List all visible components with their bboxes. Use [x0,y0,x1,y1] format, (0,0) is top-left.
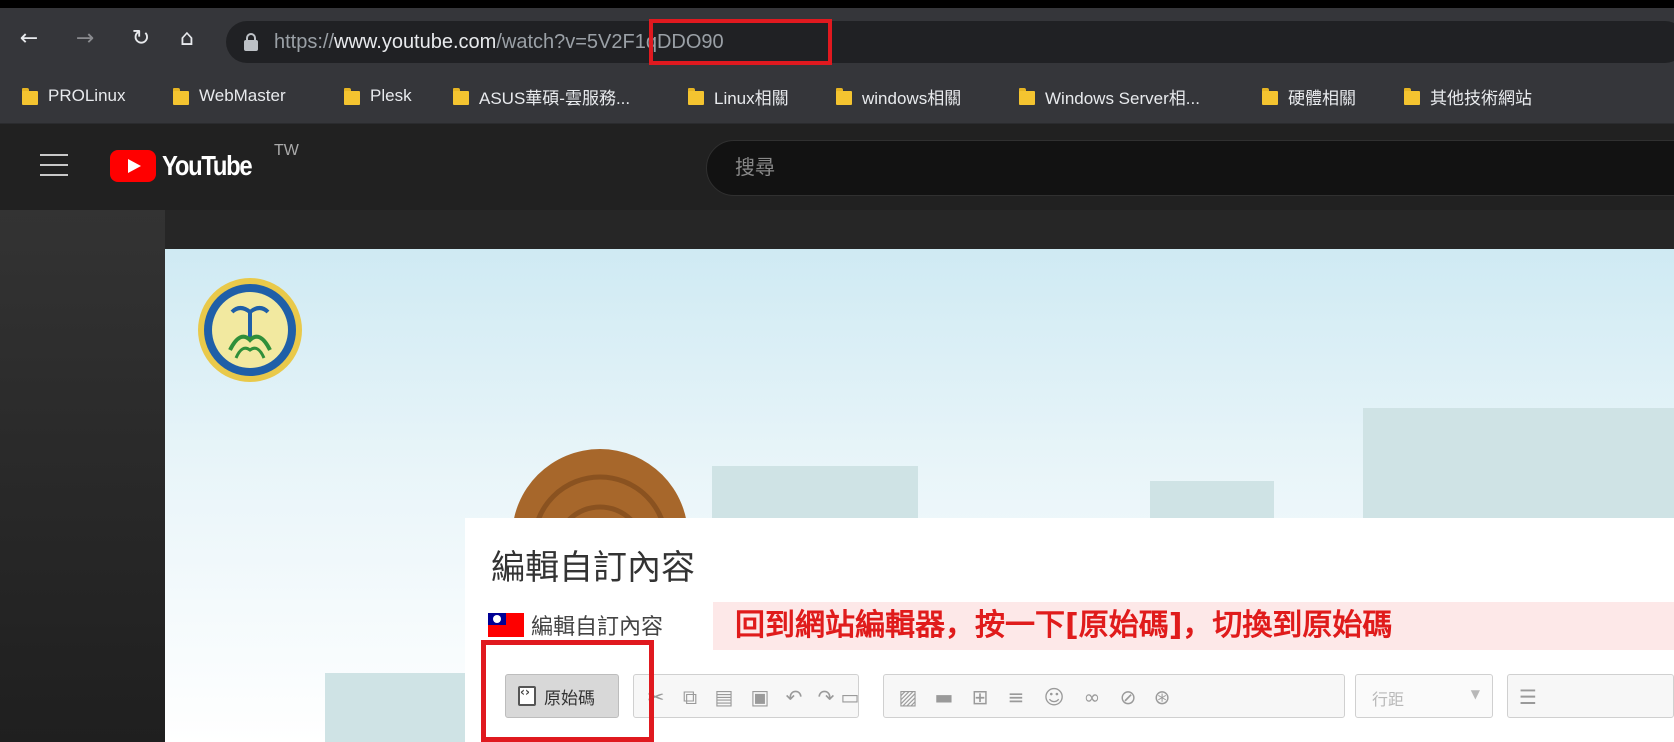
bookmark-folder[interactable]: PROLinux [22,82,125,110]
bookmark-folder[interactable]: Plesk [344,82,412,110]
bookmarks-bar: PROLinux WebMaster Plesk ASUS華碩-雲服務... L… [0,68,1674,124]
background-building [325,673,465,742]
url-scheme: https:// [274,31,335,53]
editor-toolbar: 原始碼 ✂ ⧉ ▤ ▣ ↶ ↷ ▭ ▨ ▬ ⊞ ≡ ☺ ∞ ⊘ ⊛ 行距 ▼ ☰ [487,656,1674,742]
left-gutter [0,210,165,742]
video-id-highlight-box [649,19,832,65]
instruction-annotation: 回到網站編輯器，按一下[原始碼]，切換到原始碼 [713,602,1674,650]
bookmark-label: windows相關 [862,88,962,108]
bookmark-folder[interactable]: 硬體相關 [1262,82,1356,110]
chevron-down-icon: ▼ [1470,687,1480,701]
bookmark-folder[interactable]: Linux相關 [688,82,789,110]
bookmark-label: 其他技術網站 [1430,88,1532,108]
home-icon[interactable]: ⌂ [172,24,202,54]
line-spacing-label: 行距 [1372,690,1405,709]
editor-title: 編輯自訂內容 [491,548,695,588]
folder-icon [344,87,360,105]
bookmark-label: 硬體相關 [1288,88,1356,108]
bookmark-folder[interactable]: windows相關 [836,82,961,110]
bookmark-folder[interactable]: WebMaster [173,82,286,110]
back-arrow-icon[interactable]: ← [14,24,44,54]
table-icon[interactable]: ⊞ [969,686,991,708]
bookmark-label: Windows Server相... [1045,88,1200,108]
undo-icon[interactable]: ↶ [783,686,805,708]
menu-icon[interactable] [40,154,68,176]
address-bar[interactable]: https://www.youtube.com/watch?v=5V2F1qDD… [226,21,1674,63]
bookmark-label: PROLinux [48,86,126,105]
copy-icon[interactable]: ⧉ [679,686,701,708]
horizontal-line-icon[interactable]: ≡ [1005,686,1027,708]
url-host: www.youtube.com [334,31,497,53]
folder-icon [1404,87,1420,105]
lock-icon [244,33,258,51]
anchor-icon[interactable]: ⊛ [1151,686,1173,708]
folder-icon [22,87,38,105]
taiwan-flag-icon [488,613,524,637]
search-box[interactable] [706,140,1674,196]
youtube-play-icon [110,150,156,182]
browser-toolbar: ← → ↻ ⌂ https://www.youtube.com/watch?v=… [0,8,1674,68]
source-button-highlight-box [481,640,654,742]
video-icon[interactable]: ▬ [933,686,955,708]
bookmark-label: Linux相關 [714,88,789,108]
numbered-list-icon[interactable]: ☰ [1517,686,1539,708]
folder-icon [453,87,469,105]
browser-top-strip [0,0,1674,8]
bookmark-folder[interactable]: 其他技術網站 [1404,82,1532,110]
bookmark-label: WebMaster [199,86,286,105]
redo-icon[interactable]: ↷ [815,686,837,708]
editor-subtitle: 編輯自訂內容 [531,615,664,640]
youtube-wordmark: YouTube [162,150,253,181]
folder-icon [173,87,189,105]
youtube-header: YouTube TW [0,124,1674,210]
region-code: TW [274,142,299,159]
bookmark-folder[interactable]: Windows Server相... [1019,82,1200,110]
folder-icon [688,87,704,105]
folder-icon [836,87,852,105]
template-icon[interactable]: ▭ [839,686,861,708]
unlink-icon[interactable]: ⊘ [1117,686,1139,708]
link-icon[interactable]: ∞ [1081,686,1103,708]
paste-icon[interactable]: ▤ [713,686,735,708]
folder-icon [1262,87,1278,105]
ministry-emblem-icon [198,278,302,382]
bookmark-label: Plesk [370,86,412,105]
image-icon[interactable]: ▨ [897,686,919,708]
youtube-logo[interactable]: YouTube [110,150,267,182]
bookmark-folder[interactable]: ASUS華碩-雲服務... [453,82,630,110]
emoji-icon[interactable]: ☺ [1043,686,1065,708]
bookmark-label: ASUS華碩-雲服務... [479,88,631,108]
search-input[interactable] [735,155,1435,179]
folder-icon [1019,87,1035,105]
reload-icon[interactable]: ↻ [126,24,156,54]
forward-arrow-icon[interactable]: → [70,24,100,54]
paste-from-word-icon[interactable]: ▣ [749,686,771,708]
line-spacing-select[interactable]: 行距 ▼ [1355,674,1493,718]
